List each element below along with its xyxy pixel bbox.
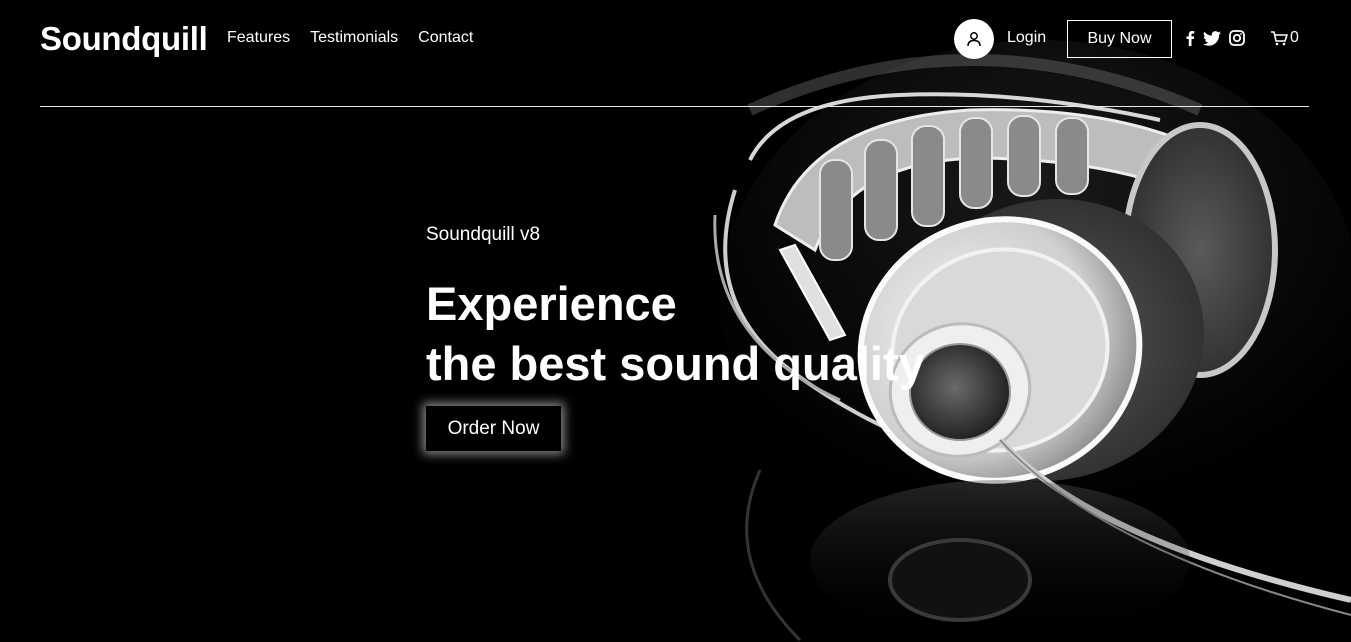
hero-title-line-2: the best sound quality: [426, 337, 925, 390]
cart-icon: [1271, 31, 1288, 46]
nav-item-contact[interactable]: Contact: [418, 29, 473, 47]
hero-subtitle: Soundquill v8: [426, 224, 541, 245]
user-icon: [967, 32, 981, 47]
hero-title-line-1: Experience: [426, 277, 677, 330]
site-header: Soundquill Features Testimonials Contact…: [40, 0, 1309, 107]
cart-count: 0: [1290, 29, 1299, 46]
instagram-icon[interactable]: [1229, 30, 1245, 46]
buy-now-button[interactable]: Buy Now: [1067, 20, 1172, 58]
cart-button[interactable]: 0: [1270, 29, 1299, 47]
nav-item-features[interactable]: Features: [227, 29, 290, 47]
twitter-icon[interactable]: [1203, 30, 1221, 46]
login-link[interactable]: Login: [1007, 29, 1046, 47]
order-now-button[interactable]: Order Now: [426, 406, 561, 451]
hero-title: Experience the best sound quality: [426, 274, 925, 394]
facebook-icon[interactable]: [1185, 30, 1195, 46]
main-nav: Features Testimonials Contact: [227, 29, 473, 47]
social-links: [1185, 30, 1245, 46]
landing-page: Soundquill Features Testimonials Contact…: [0, 0, 1351, 642]
nav-item-testimonials[interactable]: Testimonials: [310, 29, 398, 47]
user-avatar-button[interactable]: [954, 19, 994, 59]
brand-logo[interactable]: Soundquill: [40, 20, 208, 58]
